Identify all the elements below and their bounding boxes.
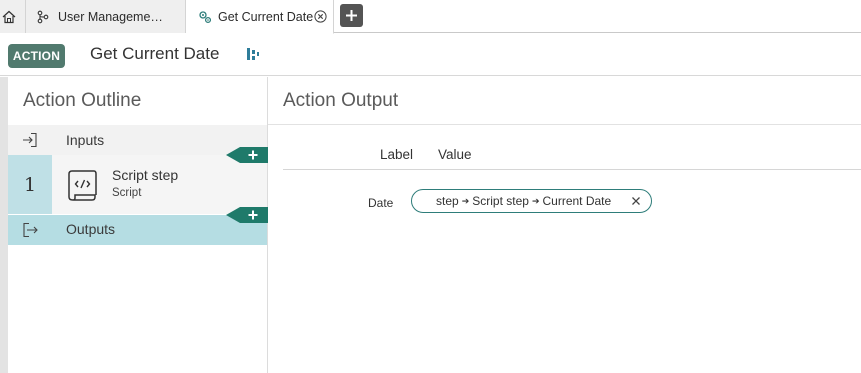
left-gutter (0, 77, 8, 373)
action-header: ACTION Get Current Date (0, 33, 861, 76)
outputs-icon (22, 222, 38, 238)
tab-home[interactable] (0, 0, 26, 33)
tab-get-current-date[interactable]: Get Current Date (186, 0, 334, 34)
step-title: Script step (112, 167, 179, 183)
pill-segment: Current Date (542, 194, 612, 208)
column-header-label: Label (380, 147, 414, 162)
script-scroll-icon (66, 167, 100, 203)
divider (268, 124, 861, 125)
divider (283, 169, 861, 170)
pill-segment: Script step (472, 194, 529, 208)
action-output-panel: Action Output Label Value Date step ➔ Sc… (268, 77, 861, 373)
tab-label: User Manageme… (58, 9, 163, 24)
action-outline-panel: Action Outline Inputs 1 Script step Scri… (8, 77, 268, 373)
flow-diagram-icon[interactable] (246, 46, 260, 62)
page-title: Get Current Date (90, 44, 220, 63)
tab-bar: User Manageme… Get Current Date (0, 0, 861, 34)
arrow-right-icon: ➔ (531, 195, 540, 206)
close-tab-icon[interactable] (314, 10, 327, 23)
inputs-icon (22, 132, 38, 148)
tab-user-management[interactable]: User Manageme… (26, 0, 186, 33)
tab-label: Get Current Date (218, 9, 314, 24)
pill-segment: step (436, 194, 459, 208)
inputs-label: Inputs (66, 132, 105, 148)
outline-step-row[interactable]: 1 Script step Script (8, 155, 267, 214)
column-header-value: Value (438, 147, 472, 162)
step-number: 1 (8, 155, 52, 214)
outputs-label: Outputs (66, 221, 116, 237)
data-pill[interactable]: step ➔ Script step ➔ Current Date (411, 189, 652, 213)
plus-icon (346, 10, 357, 21)
clear-pill-icon[interactable] (630, 195, 642, 207)
arrow-right-icon: ➔ (461, 195, 470, 206)
output-title: Action Output (283, 90, 399, 111)
action-type-badge: ACTION (8, 44, 65, 68)
insert-step-button[interactable] (226, 207, 268, 223)
add-tab-button[interactable] (340, 4, 363, 27)
branch-icon (36, 10, 50, 24)
outline-title: Action Outline (23, 90, 142, 111)
output-field-label: Date (368, 196, 394, 210)
gear-cluster-icon (198, 10, 212, 24)
home-icon (2, 10, 16, 24)
step-subtitle: Script (112, 187, 142, 199)
insert-step-button[interactable] (226, 147, 268, 163)
